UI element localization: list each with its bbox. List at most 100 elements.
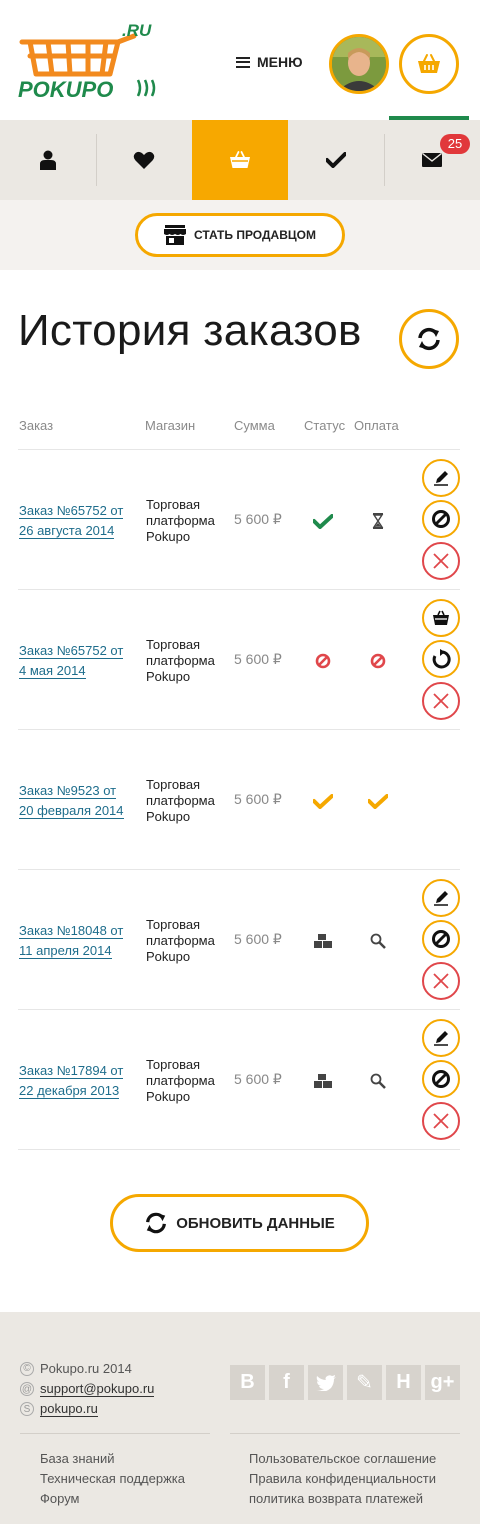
shop-name: Торговая платформа Pokupo: [146, 777, 215, 824]
edit-button[interactable]: [422, 459, 460, 497]
footer-link-privacy[interactable]: Правила конфиденциальности: [249, 1471, 436, 1486]
footer-divider: [20, 1433, 210, 1434]
cancel-icon: [432, 1070, 450, 1088]
header: .RU POKUPO МЕНЮ: [0, 0, 480, 120]
order-link[interactable]: Заказ №18048 от 11 апреля 2014: [19, 921, 131, 961]
delete-icon: [433, 553, 449, 569]
order-link[interactable]: Заказ №17894 от 22 декабря 2013: [19, 1061, 131, 1101]
delete-icon: [433, 973, 449, 989]
shop-icon: [164, 225, 187, 245]
cart-button[interactable]: [399, 34, 459, 94]
tab-profile[interactable]: [0, 120, 96, 200]
status-boxes-icon: [312, 932, 334, 950]
tab-orders[interactable]: [192, 120, 288, 200]
pokupo-logo[interactable]: .RU POKUPO: [18, 22, 168, 102]
payment-ban-red-icon: [367, 652, 389, 670]
add-to-cart-button[interactable]: [422, 599, 460, 637]
edit-button[interactable]: [422, 1019, 460, 1057]
shop-name: Торговая платформа Pokupo: [146, 637, 215, 684]
status-check-orange-icon: [312, 792, 334, 810]
footer-link-support[interactable]: Техническая поддержка: [40, 1471, 185, 1486]
footer-link-forum[interactable]: Форум: [40, 1491, 80, 1506]
status-boxes-icon: [312, 1072, 334, 1090]
cancel-icon: [432, 510, 450, 528]
col-shop: Магазин: [145, 418, 196, 433]
footer-link-agreement[interactable]: Пользовательское соглашение: [249, 1451, 436, 1466]
payment-hourglass-icon: [367, 512, 389, 530]
basket-icon: [230, 151, 250, 168]
envelope-icon: [422, 153, 442, 167]
table-bottom-divider: [18, 1149, 460, 1150]
shop-name: Торговая платформа Pokupo: [146, 917, 215, 964]
support-email-link[interactable]: support@pokupo.ru: [40, 1381, 155, 1397]
edit-icon: [434, 1031, 448, 1046]
menu-button[interactable]: МЕНЮ: [236, 54, 303, 70]
cancel-order-button[interactable]: [422, 1060, 460, 1098]
cancel-order-button[interactable]: [422, 500, 460, 538]
status-ban-red-icon: [312, 652, 334, 670]
tab-completed[interactable]: [288, 120, 384, 200]
shop-name: Торговая платформа Pokupo: [146, 1057, 215, 1104]
tab-favorites[interactable]: [96, 120, 192, 200]
refresh-button[interactable]: [399, 309, 459, 369]
order-link[interactable]: Заказ №65752 от 26 августа 2014: [19, 501, 131, 541]
footer-divider: [230, 1433, 460, 1434]
hamburger-icon: [236, 56, 250, 68]
svg-text:POKUPO: POKUPO: [18, 77, 113, 102]
facebook-icon[interactable]: f: [269, 1365, 304, 1400]
order-sum: 5 600 ₽: [234, 1071, 282, 1087]
delete-icon: [433, 1113, 449, 1129]
delete-button[interactable]: [422, 1102, 460, 1140]
footer: © Pokupo.ru 2014 @ support@pokupo.ru S p…: [0, 1312, 480, 1524]
order-sum: 5 600 ₽: [234, 931, 282, 947]
col-status: Статус: [304, 418, 346, 433]
delete-button[interactable]: [422, 542, 460, 580]
google-plus-icon[interactable]: g+: [425, 1365, 460, 1400]
order-sum: 5 600 ₽: [234, 791, 282, 807]
repeat-order-button[interactable]: [422, 640, 460, 678]
shop-name: Торговая платформа Pokupo: [146, 497, 215, 544]
refresh-icon: [146, 1212, 167, 1234]
blog-icon[interactable]: ✎: [347, 1365, 382, 1400]
user-avatar[interactable]: [329, 34, 389, 94]
page-title: История заказов: [18, 306, 362, 355]
basket-icon: [418, 54, 440, 73]
payment-check-orange-icon: [367, 792, 389, 810]
delete-button[interactable]: [422, 682, 460, 720]
user-icon: [40, 150, 56, 170]
col-sum: Сумма: [234, 418, 275, 433]
update-data-label: ОБНОВИТЬ ДАННЫЕ: [176, 1214, 335, 1232]
delete-button[interactable]: [422, 962, 460, 1000]
refresh-icon: [418, 327, 440, 351]
at-icon: @: [20, 1382, 34, 1396]
seller-strip: СТАТЬ ПРОДАВЦОМ: [0, 200, 480, 270]
basket-icon: [433, 610, 449, 625]
payment-magnifier-icon: [367, 1072, 389, 1090]
order-sum: 5 600 ₽: [234, 651, 282, 667]
heart-icon: [133, 151, 155, 169]
vk-icon[interactable]: В: [230, 1365, 265, 1400]
footer-link-refunds[interactable]: политика возврата платежей: [249, 1491, 423, 1506]
edit-button[interactable]: [422, 879, 460, 917]
edit-icon: [434, 471, 448, 486]
twitter-icon[interactable]: [308, 1365, 343, 1400]
update-data-button[interactable]: ОБНОВИТЬ ДАННЫЕ: [110, 1194, 369, 1252]
col-order: Заказ: [19, 418, 54, 433]
skype-link[interactable]: pokupo.ru: [40, 1401, 98, 1417]
cancel-order-button[interactable]: [422, 920, 460, 958]
copyright-text: Pokupo.ru 2014: [40, 1361, 132, 1376]
edit-icon: [434, 891, 448, 906]
skype-icon: S: [20, 1402, 34, 1416]
order-link[interactable]: Заказ №65752 от 4 мая 2014: [19, 641, 131, 681]
footer-link-knowledge[interactable]: База знаний: [40, 1451, 115, 1466]
social-links: В f ✎ Н g+: [230, 1365, 460, 1400]
become-seller-label: СТАТЬ ПРОДАВЦОМ: [194, 228, 316, 242]
check-icon: [326, 152, 346, 168]
order-link[interactable]: Заказ №9523 от 20 февраля 2014: [19, 781, 131, 821]
table-row: Заказ №65752 от 26 августа 2014 Торговая…: [18, 449, 460, 589]
tab-messages[interactable]: 25: [384, 120, 480, 200]
svg-text:.RU: .RU: [122, 22, 152, 40]
habr-icon[interactable]: Н: [386, 1365, 421, 1400]
become-seller-button[interactable]: СТАТЬ ПРОДАВЦОМ: [135, 213, 345, 257]
delete-icon: [433, 693, 449, 709]
